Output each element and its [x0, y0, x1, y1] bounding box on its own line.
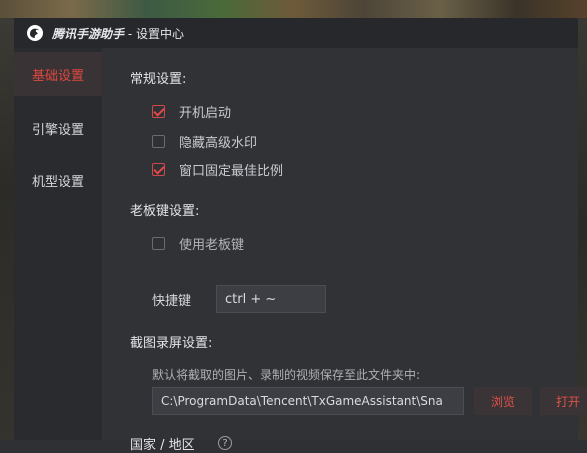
- help-icon[interactable]: ?: [218, 436, 232, 450]
- app-name: 腾讯手游助手: [52, 26, 125, 41]
- settings-window: 腾讯手游助手 - 设置中心 基础设置 引擎设置 机型设置 常规设置: 开机启动 …: [14, 18, 587, 453]
- sidebar-item-label: 引擎设置: [31, 122, 84, 138]
- fixed-ratio-label: 窗口固定最佳比例: [179, 163, 284, 179]
- settings-content: 常规设置: 开机启动 隐藏高级水印 窗口固定最佳比例 老板键设置: 使用老板键 …: [102, 48, 587, 453]
- capture-folder-hint: 默认将截取的图片、录制的视频保存至此文件夹中:: [152, 368, 421, 382]
- capture-path-input[interactable]: C:\ProgramData\Tencent\TxGameAssistant\S…: [152, 387, 464, 415]
- fixed-ratio-checkbox[interactable]: [152, 162, 165, 176]
- sidebar-item-device-model[interactable]: 机型设置: [14, 158, 102, 202]
- window-title: 腾讯手游助手 - 设置中心: [52, 25, 184, 42]
- boss-key-label: 使用老板键: [179, 237, 245, 253]
- hotkey-label: 快捷键: [152, 294, 192, 309]
- hotkey-input[interactable]: ctrl + ~: [216, 285, 326, 313]
- title-separator: -: [124, 26, 136, 41]
- sidebar-item-basic[interactable]: 基础设置: [14, 52, 102, 96]
- region-section-title: 国家 / 地区: [130, 438, 195, 453]
- capture-section-title: 截图录屏设置:: [130, 336, 213, 351]
- page-name: 设置中心: [135, 26, 184, 41]
- sidebar-item-engine[interactable]: 引擎设置: [14, 106, 102, 150]
- option-boss-key[interactable]: 使用老板键: [152, 234, 245, 253]
- autostart-label: 开机启动: [179, 105, 232, 121]
- option-autostart[interactable]: 开机启动: [152, 102, 232, 121]
- boss-key-section-title: 老板键设置:: [130, 204, 200, 219]
- sidebar-item-label: 基础设置: [31, 68, 84, 84]
- option-fixed-ratio[interactable]: 窗口固定最佳比例: [152, 160, 284, 179]
- option-hide-watermark[interactable]: 隐藏高级水印: [152, 132, 258, 151]
- open-folder-button[interactable]: 打开: [540, 387, 587, 415]
- autostart-checkbox[interactable]: [152, 104, 165, 118]
- background-left-edge: [0, 18, 14, 440]
- boss-key-checkbox[interactable]: [152, 236, 165, 250]
- hide-watermark-checkbox[interactable]: [152, 134, 165, 148]
- background-right-edge: [578, 18, 587, 440]
- browse-button[interactable]: 浏览: [474, 387, 532, 415]
- background-game-strip: [0, 0, 587, 18]
- hide-watermark-label: 隐藏高级水印: [179, 135, 258, 151]
- sidebar: 基础设置 引擎设置 机型设置: [14, 48, 102, 440]
- title-bar[interactable]: 腾讯手游助手 - 设置中心: [14, 18, 578, 48]
- sidebar-item-label: 机型设置: [31, 174, 84, 190]
- general-section-title: 常规设置:: [130, 72, 187, 87]
- app-logo-icon: [27, 25, 43, 41]
